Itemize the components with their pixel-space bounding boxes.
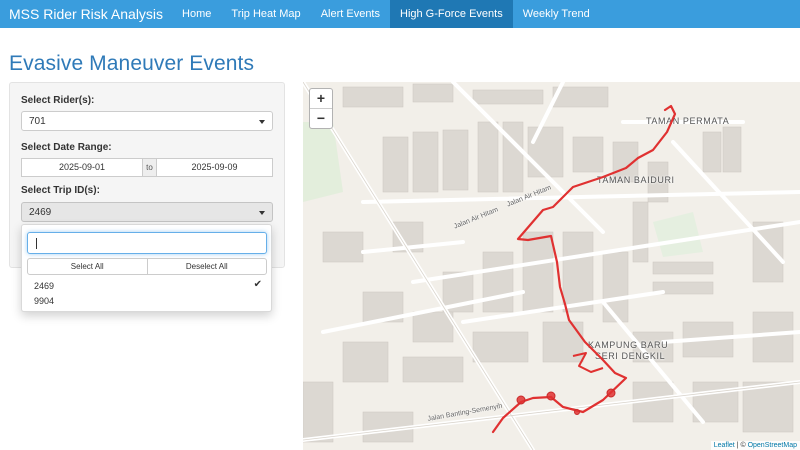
date-end-input[interactable]: 2025-09-09 [156,158,273,177]
tab-home[interactable]: Home [172,0,221,28]
rider-label: Select Rider(s): [21,95,95,106]
high-g-event-marker [606,388,616,398]
trip-id-label: Select Trip ID(s): [21,185,100,196]
chevron-down-icon [259,211,265,215]
text-cursor [36,238,37,249]
date-range-separator: to [143,158,156,177]
high-g-event-marker [516,395,526,405]
bulk-actions: Select All Deselect All [27,258,267,275]
tab-alert-events[interactable]: Alert Events [311,0,390,28]
page-title: Evasive Maneuver Events [9,52,255,75]
trip-id-search-input[interactable] [27,232,267,254]
trip-id-select[interactable]: 2469 [21,202,273,222]
high-g-event-marker [574,409,580,415]
trip-route [491,104,677,434]
rider-select-value: 701 [29,116,46,127]
tab-weekly-trend[interactable]: Weekly Trend [513,0,600,28]
tab-high-g-force-events[interactable]: High G-Force Events [390,0,513,28]
openstreetmap-link[interactable]: OpenStreetMap [748,442,797,449]
high-g-event-marker [546,391,556,401]
zoom-control: + − [309,88,333,129]
checkmark-icon: ✔ [253,279,262,290]
app-brand[interactable]: MSS Rider Risk Analysis [0,0,172,28]
trip-id-dropdown: Select All Deselect All 2469 ✔ 9904 [21,224,272,312]
trip-route-layer [491,104,677,434]
date-range-label: Select Date Range: [21,142,112,153]
trip-id-select-value: 2469 [29,207,52,218]
date-range-input: 2025-09-01 to 2025-09-09 [21,158,273,177]
zoom-in-button[interactable]: + [310,89,332,108]
leaflet-link[interactable]: Leaflet [714,442,735,449]
trip-option[interactable]: 2469 [34,281,54,291]
tab-trip-heat-map[interactable]: Trip Heat Map [221,0,310,28]
zoom-out-button[interactable]: − [310,108,332,128]
rider-select[interactable]: 701 [21,111,273,131]
deselect-all-button[interactable]: Deselect All [146,259,267,274]
navbar: MSS Rider Risk Analysis Home Trip Heat M… [0,0,800,28]
date-start-input[interactable]: 2025-09-01 [21,158,143,177]
attribution-separator: | © [734,442,748,449]
map-attribution: Leaflet | © OpenStreetMap [710,441,800,450]
trip-option[interactable]: 9904 [34,296,54,306]
chevron-down-icon [259,120,265,124]
map[interactable]: TAMAN PERMATA TAMAN BAIDURI KAMPUNG BARU… [303,82,800,450]
select-all-button[interactable]: Select All [28,259,147,274]
